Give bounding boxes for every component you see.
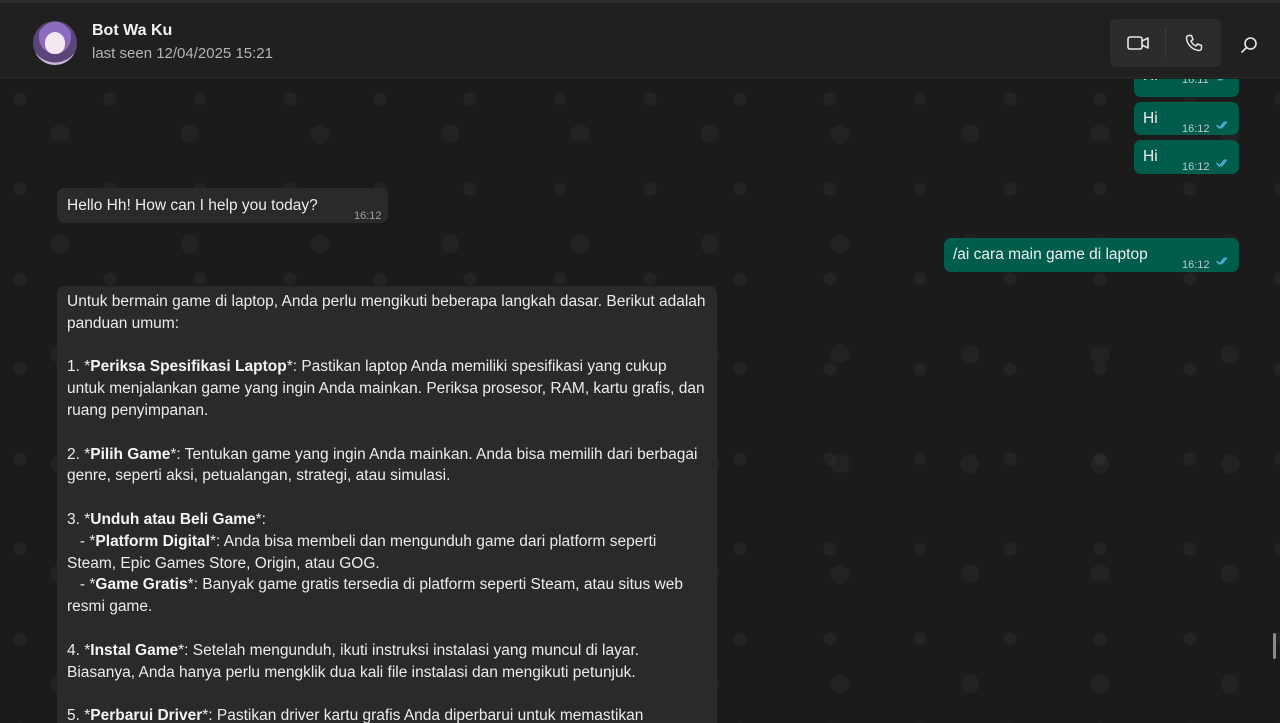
- message-time: 16:12: [1182, 161, 1210, 173]
- message-time: 16:12: [354, 210, 382, 222]
- voice-call-button[interactable]: [1166, 19, 1221, 67]
- message-time: 16:12: [1182, 259, 1210, 271]
- last-seen-status: last seen 12/04/2025 15:21: [92, 45, 273, 62]
- message-text: Hi: [1143, 148, 1158, 165]
- outgoing-message[interactable]: Hi 16:12: [1134, 140, 1239, 174]
- search-icon: [1241, 37, 1257, 53]
- video-camera-icon: [1126, 36, 1149, 50]
- contact-name[interactable]: Bot Wa Ku: [92, 22, 172, 40]
- double-check-icon: [1216, 257, 1228, 265]
- message-list[interactable]: Hi 16:11 Hi 16:12 Hi 16:12 Hello Hh! How…: [0, 79, 1280, 723]
- message-intro: Untuk bermain game di laptop, Anda perlu…: [67, 293, 706, 332]
- incoming-long-message[interactable]: Untuk bermain game di laptop, Anda perlu…: [57, 286, 717, 723]
- incoming-message[interactable]: Hello Hh! How can I help you today? 16:1…: [57, 188, 388, 223]
- message-time: 16:12: [1182, 123, 1210, 135]
- step-5: 5. *Perbarui Driver*: Pastikan driver ka…: [67, 707, 644, 723]
- outgoing-message[interactable]: Hi 16:11: [1134, 79, 1239, 97]
- message-text: Hi: [1143, 110, 1158, 127]
- chat-header: Bot Wa Ku last seen 12/04/2025 15:21: [0, 6, 1280, 78]
- call-button-group: [1110, 19, 1221, 67]
- outgoing-message[interactable]: Hi 16:12: [1134, 102, 1239, 135]
- message-text: Hello Hh! How can I help you today?: [67, 197, 318, 214]
- step-1: 1. *Periksa Spesifikasi Laptop*: Pastika…: [67, 358, 705, 419]
- double-check-icon: [1216, 159, 1228, 167]
- message-text: /ai cara main game di laptop: [953, 246, 1148, 263]
- step-3b: - *Game Gratis*: Banyak game gratis ters…: [67, 576, 688, 616]
- avatar-face: [45, 32, 65, 54]
- step-3: 3. *Unduh atau Beli Game*:: [67, 510, 266, 528]
- chat-window: Bot Wa Ku last seen 12/04/2025 15:21 16:…: [0, 0, 1280, 723]
- message-time: 16:11: [1182, 79, 1209, 86]
- step-3a: - *Platform Digital*: Anda bisa membeli …: [67, 532, 661, 572]
- phone-icon: [1185, 34, 1202, 52]
- step-2: 2. *Pilih Game*: Tentukan game yang ingi…: [67, 445, 698, 485]
- double-check-icon: [1217, 79, 1224, 81]
- video-call-button[interactable]: [1110, 19, 1165, 67]
- search-button[interactable]: [1230, 26, 1268, 64]
- message-text: Hi: [1143, 79, 1158, 87]
- avatar[interactable]: [33, 21, 77, 65]
- double-check-icon: [1216, 121, 1228, 129]
- scrollbar-thumb[interactable]: [1273, 633, 1276, 659]
- step-4: 4. *Instal Game*: Setelah mengunduh, iku…: [67, 641, 640, 681]
- outgoing-message[interactable]: /ai cara main game di laptop 16:12: [944, 238, 1239, 272]
